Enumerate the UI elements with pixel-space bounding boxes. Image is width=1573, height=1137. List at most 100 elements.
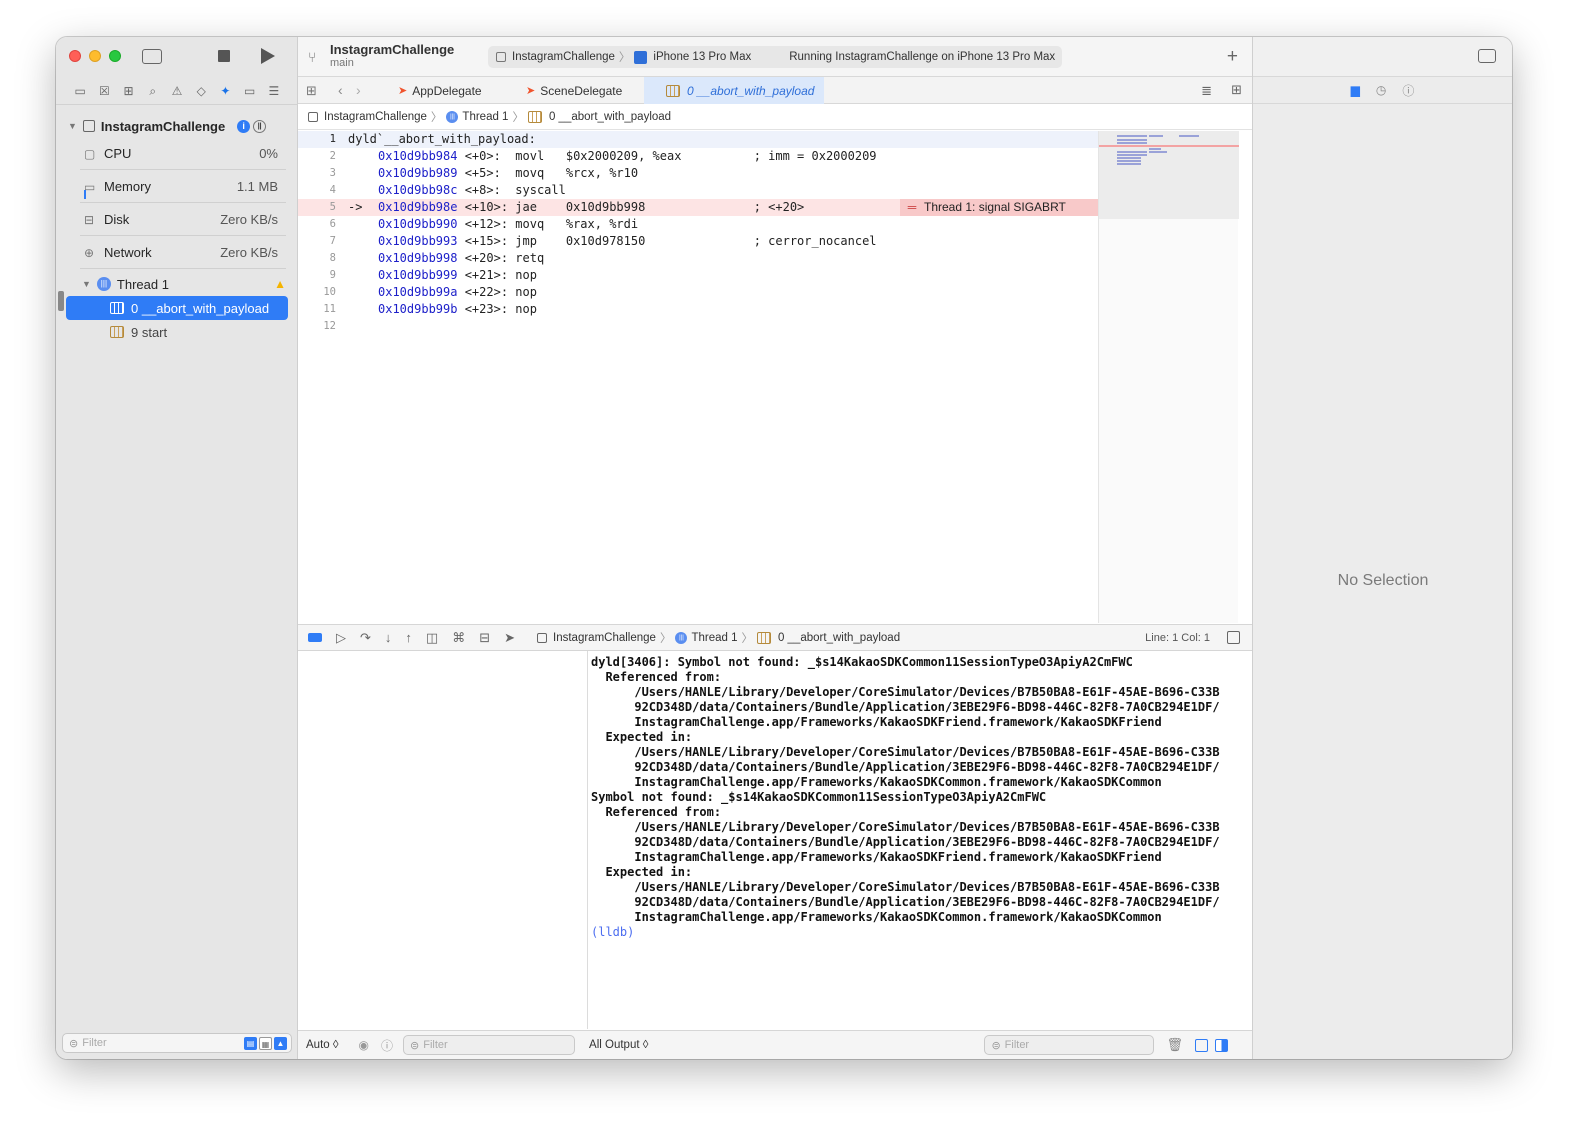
filter-option-icon[interactable]: ▦ xyxy=(259,1036,272,1050)
console-output[interactable]: dyld[3406]: Symbol not found: _$s14Kakao… xyxy=(589,651,1238,1029)
eye-icon[interactable]: ◉ xyxy=(359,1038,369,1052)
source-control-icon[interactable]: ☒ xyxy=(96,84,112,98)
test-icon[interactable]: ◇ xyxy=(193,84,209,98)
environment-icon[interactable]: ⊟ xyxy=(479,630,490,646)
tab-abort-with-payload[interactable]: 0 __abort_with_payload xyxy=(644,77,824,104)
code-line[interactable]: 6 0x10d9bb990 <+12>: movq %rax, %rdi xyxy=(298,216,1098,233)
line-number[interactable]: 10 xyxy=(298,284,336,301)
gauge-cpu[interactable]: ▢ CPU 0% xyxy=(56,137,298,170)
code-line[interactable]: 5 -> 0x10d9bb98e <+10>: jae 0x10d9bb998 ; … xyxy=(298,199,1098,216)
line-number[interactable]: 6 xyxy=(298,216,336,233)
line-number[interactable]: 8 xyxy=(298,250,336,267)
filter-option-icon[interactable]: ▤ xyxy=(244,1036,257,1050)
breadcrumb-project[interactable]: InstagramChallenge xyxy=(324,111,427,123)
view-hierarchy-icon[interactable]: ◫ xyxy=(426,630,438,646)
gauge-disk[interactable]: ⊟ Disk Zero KB/s xyxy=(56,203,298,236)
step-out-icon[interactable]: ↑ xyxy=(405,630,412,646)
breadcrumb-thread[interactable]: Thread 1 xyxy=(462,111,508,123)
output-selector[interactable]: All Output ◊ xyxy=(589,1039,648,1051)
line-number[interactable]: 12 xyxy=(298,318,336,335)
run-icon[interactable] xyxy=(261,48,275,64)
code-line[interactable]: 3 0x10d9bb989 <+5>: movq %rcx, %r10 xyxy=(298,165,1098,182)
zoom-window-button[interactable] xyxy=(109,50,121,62)
breakpoint-icon[interactable]: ▭ xyxy=(242,84,258,98)
show-console-icon[interactable] xyxy=(1214,1038,1228,1052)
breakpoints-toggle-icon[interactable] xyxy=(308,632,322,642)
debug-icon[interactable]: ✦ xyxy=(217,84,233,98)
step-over-icon[interactable]: ↷ xyxy=(360,630,371,646)
filter-option-icon[interactable]: ▲ xyxy=(274,1036,287,1050)
history-icon[interactable]: ◷ xyxy=(1376,83,1386,97)
code-line[interactable]: 7 0x10d9bb993 <+15>: jmp 0x10d978150 ; ce… xyxy=(298,233,1098,250)
code-line[interactable]: 1 dyld`__abort_with_payload: xyxy=(298,131,1098,148)
back-icon[interactable]: ‹ xyxy=(338,82,343,98)
lldb-prompt[interactable]: (lldb) xyxy=(591,925,634,939)
device-selector[interactable]: iPhone 13 Pro Max xyxy=(653,51,751,63)
frame-row-selected[interactable]: 0 __abort_with_payload xyxy=(66,296,288,320)
code-line[interactable]: 8 0x10d9bb998 <+20>: retq xyxy=(298,250,1098,267)
navigator-filter[interactable]: ⊜ Filter ▤ ▦ ▲ xyxy=(62,1033,292,1053)
breadcrumb-frame[interactable]: 0 __abort_with_payload xyxy=(778,632,900,644)
breadcrumb-thread[interactable]: Thread 1 xyxy=(691,632,737,644)
code-line[interactable]: 10 0x10d9bb99a <+22>: nop xyxy=(298,284,1098,301)
tab-scenedelegate[interactable]: ➤ SceneDelegate xyxy=(526,77,646,104)
info-icon[interactable]: ⓘ xyxy=(381,1037,393,1054)
trash-icon[interactable]: 🗑 xyxy=(1166,1037,1183,1053)
gauge-network[interactable]: ⊕ Network Zero KB/s xyxy=(56,236,298,269)
editor-options-icon[interactable]: ≣ xyxy=(1201,83,1212,99)
hierarchy-icon[interactable]: ⊞ xyxy=(121,84,137,98)
show-variables-icon[interactable] xyxy=(1194,1038,1208,1052)
minimap[interactable] xyxy=(1098,131,1239,623)
code-line[interactable]: 2 0x10d9bb984 <+0>: movl $0x2000209, %eax… xyxy=(298,148,1098,165)
tab-appdelegate[interactable]: ➤ AppDelegate xyxy=(398,77,518,104)
minimize-window-button[interactable] xyxy=(89,50,101,62)
line-number[interactable]: 11 xyxy=(298,301,336,318)
error-banner[interactable]: ═ Thread 1: signal SIGABRT xyxy=(900,199,1098,216)
sidebar-toggle-icon[interactable] xyxy=(142,49,162,64)
line-number[interactable]: 5 xyxy=(298,199,336,216)
help-icon[interactable]: ⓘ xyxy=(1402,82,1414,99)
variables-scope-selector[interactable]: Auto ◊ xyxy=(306,1039,339,1051)
breadcrumb-project[interactable]: InstagramChallenge xyxy=(553,632,656,644)
chevron-down-icon[interactable]: ▼ xyxy=(82,279,91,289)
code-line[interactable]: 11 0x10d9bb99b <+23>: nop xyxy=(298,301,1098,318)
line-number[interactable]: 1 xyxy=(298,131,336,148)
disassembly-editor[interactable]: 1 dyld`__abort_with_payload: 2 0x10d9bb984 … xyxy=(298,131,1098,623)
console-filter[interactable]: ⊜ Filter xyxy=(984,1035,1155,1055)
line-number[interactable]: 7 xyxy=(298,233,336,250)
variables-filter[interactable]: ⊜ Filter xyxy=(403,1035,576,1055)
continue-icon[interactable]: ▷ xyxy=(336,630,346,646)
split-editor-icon[interactable]: ⊞ xyxy=(1231,82,1242,98)
variables-view[interactable] xyxy=(298,651,588,1029)
search-icon[interactable]: ⌕ xyxy=(145,84,161,99)
forward-icon[interactable]: › xyxy=(356,82,361,98)
scheme-selector[interactable]: InstagramChallenge xyxy=(512,51,615,63)
chevron-down-icon[interactable]: ▼ xyxy=(68,121,77,131)
code-line[interactable]: 9 0x10d9bb999 <+21>: nop xyxy=(298,267,1098,284)
add-icon[interactable]: + xyxy=(1227,46,1238,68)
process-row[interactable]: ▼ InstagramChallenge i || xyxy=(56,115,298,137)
info-icon[interactable]: i xyxy=(237,119,251,133)
grid-icon[interactable]: ⊞ xyxy=(306,83,317,99)
pause-icon[interactable]: || xyxy=(253,119,267,133)
breadcrumb-frame[interactable]: 0 __abort_with_payload xyxy=(549,111,671,123)
line-number[interactable]: 3 xyxy=(298,165,336,182)
hide-debug-area-icon[interactable] xyxy=(1227,631,1240,644)
folder-icon[interactable]: ▭ xyxy=(72,84,88,98)
line-number[interactable]: 2 xyxy=(298,148,336,165)
file-inspector-icon[interactable]: ▆ xyxy=(1351,83,1360,97)
frame-row[interactable]: 9 start xyxy=(56,320,298,344)
report-icon[interactable]: ☰ xyxy=(266,84,282,98)
thread-row[interactable]: ▼ ||| Thread 1 ▲ xyxy=(56,272,298,296)
step-into-icon[interactable]: ↓ xyxy=(385,630,392,646)
code-line[interactable]: 12 xyxy=(298,318,1098,335)
stop-icon[interactable] xyxy=(218,50,230,62)
location-icon[interactable]: ➤ xyxy=(504,630,515,646)
scheme-title[interactable]: InstagramChallenge xyxy=(330,42,454,57)
close-window-button[interactable] xyxy=(69,50,81,62)
inspector-toggle-icon[interactable] xyxy=(1478,49,1496,63)
warning-icon[interactable]: ⚠ xyxy=(169,84,185,98)
line-number[interactable]: 9 xyxy=(298,267,336,284)
memory-graph-icon[interactable]: ⌘ xyxy=(452,630,465,646)
line-number[interactable]: 4 xyxy=(298,182,336,199)
